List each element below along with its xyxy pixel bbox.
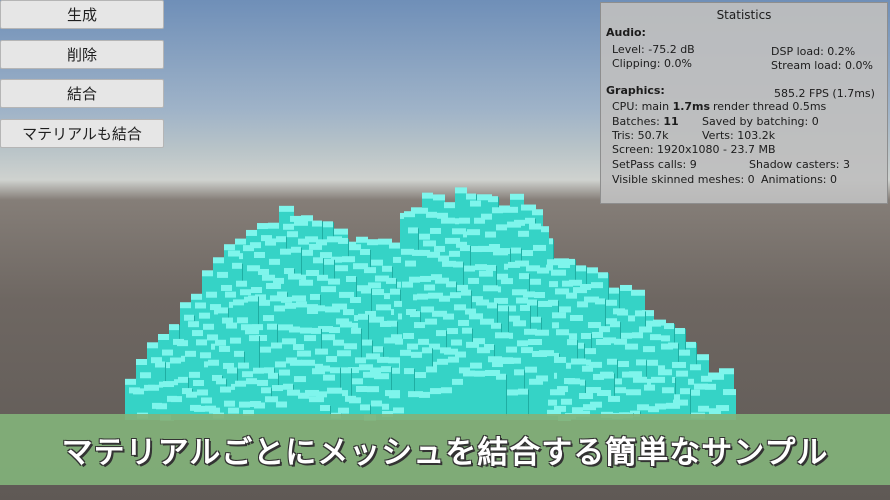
voxel-columns [125, 187, 736, 421]
graphics-label: Graphics: [606, 84, 665, 97]
dsp-load: DSP load: 0.2% [771, 45, 856, 58]
statistics-panel: Statistics Audio: Level: -75.2 dB DSP lo… [600, 2, 888, 204]
statistics-title: Statistics [716, 8, 772, 22]
screen-info: Screen: 1920x1080 - 23.7 MB [612, 143, 776, 156]
generate-button[interactable]: 生成 [0, 0, 164, 29]
audio-label: Audio: [606, 26, 646, 39]
batches-prefix: Batches: [612, 115, 664, 128]
saved-by-batching: Saved by batching: 0 [702, 115, 819, 128]
animations-count: Animations: 0 [761, 173, 838, 186]
tris-count: Tris: 50.7k [612, 129, 669, 142]
caption-banner: マテリアルごとにメッシュを結合する簡単なサンプル [0, 414, 890, 485]
delete-button[interactable]: 削除 [0, 40, 164, 69]
shadow-casters: Shadow casters: 3 [749, 158, 850, 171]
visible-skinned-meshes: Visible skinned meshes: 0 [612, 173, 755, 186]
verts-count: Verts: 103.2k [702, 129, 776, 142]
setpass-calls: SetPass calls: 9 [612, 158, 697, 171]
render-thread: render thread 0.5ms [713, 100, 827, 113]
batches-value: 11 [663, 115, 679, 128]
stream-load: Stream load: 0.0% [771, 59, 873, 72]
audio-level: Level: -75.2 dB [612, 43, 695, 56]
cpu-main-value: 1.7ms [672, 100, 711, 113]
cpu-prefix: CPU: main [612, 100, 673, 113]
fps-readout: 585.2 FPS (1.7ms) [774, 87, 875, 100]
cpu-stats: CPU: main 1.7ms [612, 100, 710, 113]
audio-clipping: Clipping: 0.0% [612, 57, 692, 70]
caption-text: マテリアルごとにメッシュを結合する簡単なサンプル [61, 435, 829, 471]
combine-materials-button[interactable]: マテリアルも結合 [0, 119, 164, 148]
combine-button[interactable]: 結合 [0, 79, 164, 108]
batches: Batches: 11 [612, 115, 679, 128]
